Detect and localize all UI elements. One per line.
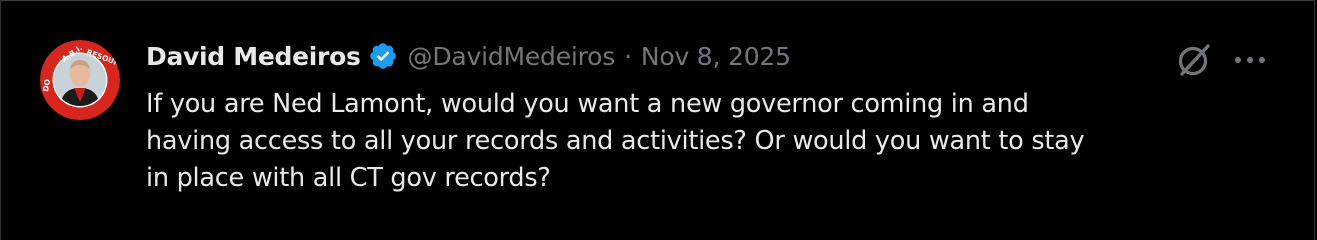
tweet-text: If you are Ned Lamont, would you want a …	[146, 89, 1085, 193]
tweet[interactable]: A.B.I. RESOURCES DO David Medeiros @Davi…	[0, 0, 1315, 240]
separator-dot: ·	[624, 41, 632, 71]
author-display-name[interactable]: David Medeiros	[146, 42, 361, 71]
tweet-header: David Medeiros @DavidMedeiros · Nov 8, 2…	[146, 38, 791, 74]
author-handle[interactable]: @DavidMedeiros	[408, 42, 616, 71]
more-icon[interactable]	[1228, 38, 1272, 82]
grok-icon[interactable]	[1172, 38, 1216, 82]
tweet-actions	[1172, 38, 1272, 82]
verified-badge-icon[interactable]	[368, 41, 398, 71]
avatar[interactable]: A.B.I. RESOURCES DO	[40, 40, 120, 120]
avatar-image: A.B.I. RESOURCES DO	[40, 40, 120, 120]
tweet-timestamp[interactable]: Nov 8, 2025	[641, 42, 791, 71]
